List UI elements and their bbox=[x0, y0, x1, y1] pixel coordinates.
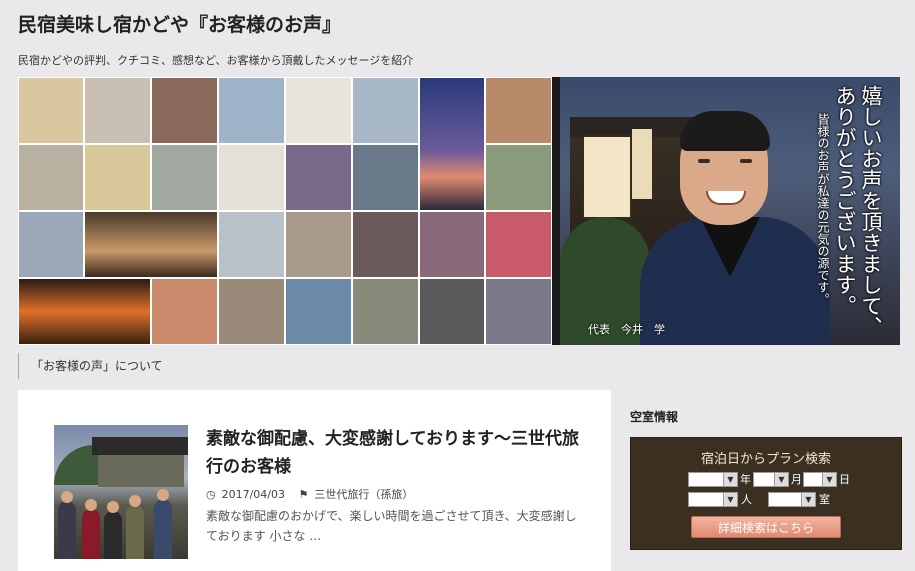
post-card: 素敵な御配慮、大変感謝しております～三世代旅行のお客様 ◷ 2017/04/03 … bbox=[18, 390, 611, 571]
collage-photo bbox=[218, 211, 285, 278]
collage-photo bbox=[485, 77, 552, 144]
day-select[interactable]: ▼ bbox=[803, 472, 837, 487]
collage-photo bbox=[84, 144, 151, 211]
collage-photo bbox=[352, 278, 419, 345]
collage-photo bbox=[419, 211, 485, 278]
collage-photo bbox=[18, 77, 84, 144]
inn-lantern-sign bbox=[582, 135, 632, 219]
banner-message-line3: 皆様のお声が私達の元気の源です。 bbox=[816, 113, 830, 305]
collage-photo bbox=[485, 278, 552, 345]
tag-icon: ⚑ bbox=[298, 488, 309, 501]
collage-photo bbox=[285, 211, 352, 278]
collage-photo bbox=[419, 77, 485, 211]
chevron-down-icon: ▼ bbox=[774, 473, 788, 486]
collage-photo bbox=[18, 144, 84, 211]
guest-photo-collage bbox=[18, 77, 558, 345]
collage-photo bbox=[18, 211, 84, 278]
post-excerpt: 素敵な御配慮のおかげで、楽しい時間を過ごさせて頂き、大変感謝しております 小さな… bbox=[206, 509, 577, 543]
post-thumbnail[interactable] bbox=[54, 425, 188, 559]
collage-photo bbox=[352, 211, 419, 278]
collage-photo bbox=[352, 77, 419, 144]
booking-title: 宿泊日からプラン検索 bbox=[700, 452, 831, 467]
year-select[interactable]: ▼ bbox=[688, 472, 738, 487]
people-select[interactable]: ▼ bbox=[688, 492, 738, 507]
site-title[interactable]: 民宿美味し宿かどや『お客様のお声』 bbox=[18, 10, 341, 37]
vacancy-widget-title: 空室情報 bbox=[630, 410, 679, 424]
banner-message-line1: 嬉しいお声を頂きまして、 bbox=[859, 85, 883, 337]
post-date: 2017/04/03 bbox=[221, 488, 286, 501]
collage-photo bbox=[285, 144, 352, 211]
collage-photo bbox=[151, 144, 218, 211]
chevron-down-icon: ▼ bbox=[723, 493, 737, 506]
rooms-unit: 室 bbox=[819, 493, 830, 506]
collage-photo bbox=[218, 144, 285, 211]
banner-caption: 代表 今井 学 bbox=[588, 323, 665, 336]
collage-photo bbox=[285, 77, 352, 144]
collage-photo bbox=[419, 278, 485, 345]
month-unit: 月 bbox=[791, 473, 802, 486]
collage-photo bbox=[18, 278, 151, 345]
rooms-select[interactable]: ▼ bbox=[768, 492, 816, 507]
detailed-search-button[interactable]: 詳細検索はこちら bbox=[691, 516, 841, 538]
banner-message-line2: ありがとうございます。 bbox=[833, 85, 857, 316]
collage-photo bbox=[84, 77, 151, 144]
collage-photo bbox=[485, 144, 552, 211]
header-banner-image: 嬉しいお声を頂きまして、 ありがとうございます。 皆様のお声が私達の元気の源です… bbox=[18, 77, 900, 345]
chevron-down-icon: ▼ bbox=[801, 493, 815, 506]
about-voices-link[interactable]: 「お客様の声」について bbox=[18, 353, 163, 379]
site-description: 民宿かどやの評判、クチコミ、感想など、お客様から頂戴したメッセージを紹介 bbox=[18, 54, 414, 67]
year-unit: 年 bbox=[740, 473, 751, 486]
owner-portrait: 嬉しいお声を頂きまして、 ありがとうございます。 皆様のお声が私達の元気の源です… bbox=[560, 77, 900, 345]
collage-photo bbox=[218, 278, 285, 345]
collage-photo bbox=[352, 144, 419, 211]
post-meta: ◷ 2017/04/03 ⚑ 三世代旅行（孫旅） bbox=[206, 486, 419, 502]
collage-photo bbox=[285, 278, 352, 345]
collage-photo bbox=[485, 211, 552, 278]
chevron-down-icon: ▼ bbox=[723, 473, 737, 486]
collage-photo bbox=[151, 77, 218, 144]
collage-photo bbox=[218, 77, 285, 144]
month-select[interactable]: ▼ bbox=[753, 472, 789, 487]
day-unit: 日 bbox=[839, 473, 850, 486]
booking-search-widget: 宿泊日からプラン検索 ▼ 年 ▼ 月 ▼ 日 ▼ 人 ▼ 室 詳細検索はこちら bbox=[630, 437, 902, 550]
people-unit: 人 bbox=[741, 493, 752, 506]
post-category[interactable]: 三世代旅行（孫旅） bbox=[314, 488, 413, 501]
chevron-down-icon: ▼ bbox=[822, 473, 836, 486]
collage-photo bbox=[84, 211, 218, 278]
clock-icon: ◷ bbox=[206, 488, 216, 501]
collage-photo bbox=[151, 278, 218, 345]
post-title[interactable]: 素敵な御配慮、大変感謝しております～三世代旅行のお客様 bbox=[206, 425, 581, 481]
